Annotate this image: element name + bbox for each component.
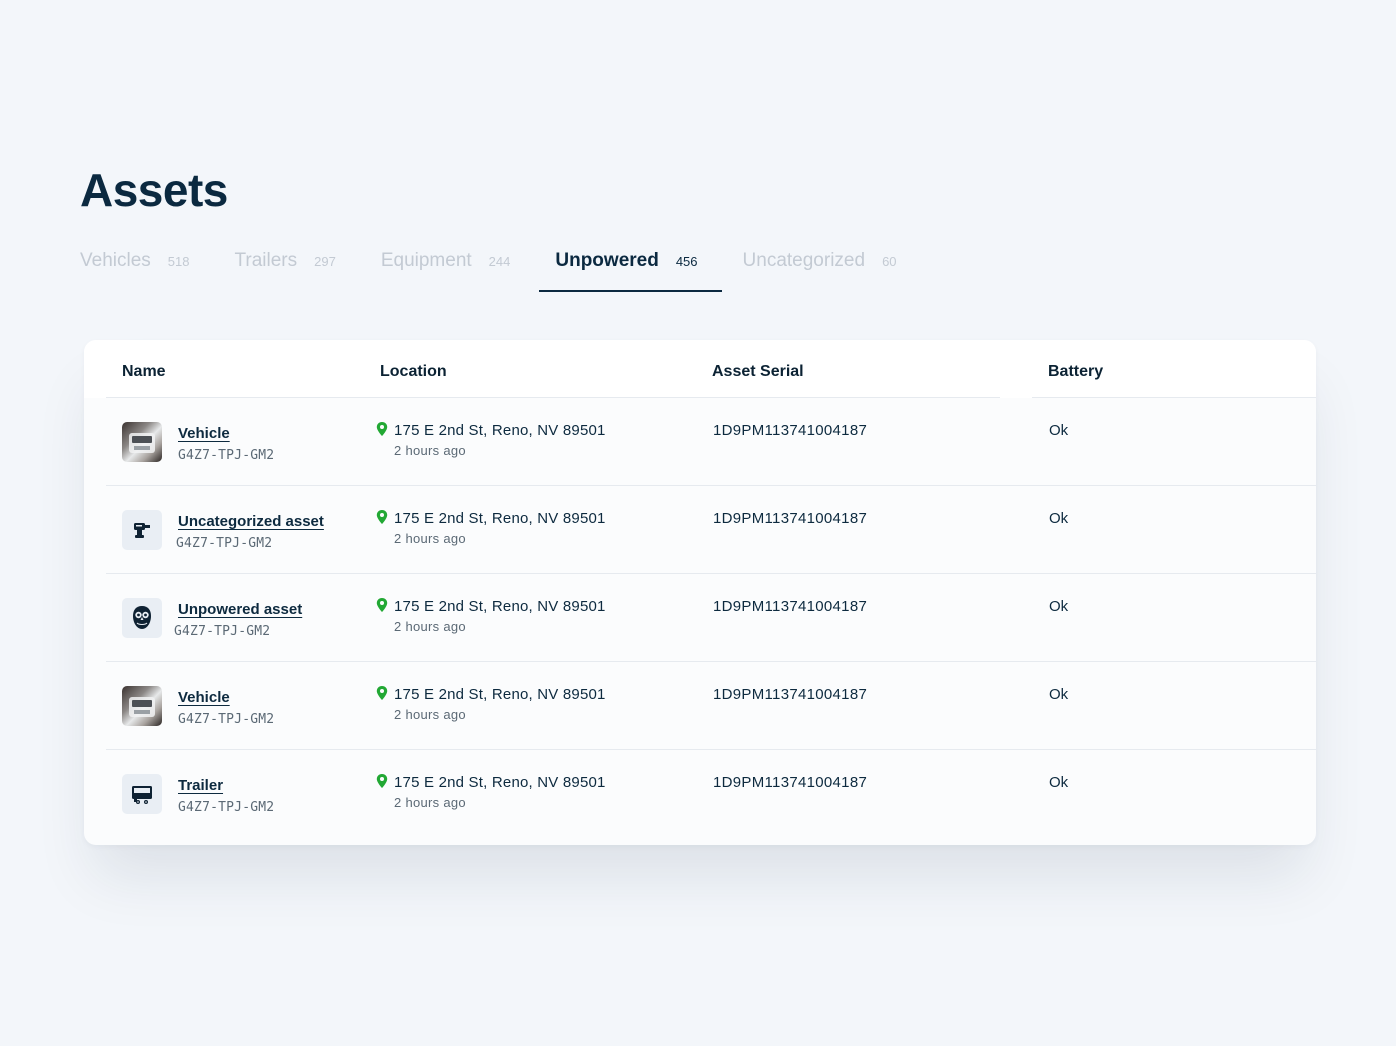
location-address: 175 E 2nd St, Reno, NV 89501: [394, 598, 606, 615]
tab-count: 244: [488, 254, 511, 269]
location-pin-icon: [376, 422, 388, 436]
tab-count: 297: [314, 254, 336, 269]
location-address: 175 E 2nd St, Reno, NV 89501: [394, 686, 606, 703]
tab-vehicles[interactable]: Vehicles 518: [80, 240, 189, 292]
location-address: 175 E 2nd St, Reno, NV 89501: [394, 422, 606, 439]
asset-serial: 1D9PM113741004187: [713, 598, 868, 615]
asset-tabs: Vehicles 518 Trailers 297 Equipment 244 …: [80, 240, 897, 292]
column-header-location[interactable]: Location: [380, 363, 447, 381]
location-updated: 2 hours ago: [394, 531, 466, 546]
column-header-serial[interactable]: Asset Serial: [712, 363, 804, 381]
table-header: Name Location Asset Serial Battery: [84, 340, 1316, 398]
tab-label: Vehicles: [80, 250, 151, 271]
asset-id: G4Z7-TPJ-GM2: [178, 800, 275, 815]
asset-name-link[interactable]: Vehicle: [178, 689, 230, 706]
location-pin-icon: [376, 598, 388, 612]
asset-id: G4Z7-TPJ-GM2: [178, 448, 275, 463]
column-header-name[interactable]: Name: [122, 363, 166, 381]
table-row[interactable]: Vehicle G4Z7-TPJ-GM2 175 E 2nd St, Reno,…: [106, 662, 1316, 750]
drill-icon: [122, 510, 162, 550]
asset-name-link[interactable]: Unpowered asset: [178, 601, 302, 618]
vehicle-photo: [122, 422, 162, 462]
asset-id: G4Z7-TPJ-GM2: [178, 712, 275, 727]
table-row[interactable]: Uncategorized asset G4Z7-TPJ-GM2 175 E 2…: [106, 486, 1316, 574]
tab-equipment[interactable]: Equipment 244: [381, 240, 511, 292]
location-pin-icon: [376, 774, 388, 788]
battery-status: Ok: [1049, 686, 1069, 703]
table-row[interactable]: Vehicle G4Z7-TPJ-GM2 175 E 2nd St, Reno,…: [106, 398, 1316, 486]
page-title: Assets: [80, 164, 228, 216]
location-updated: 2 hours ago: [394, 707, 466, 722]
asset-id: G4Z7-TPJ-GM2: [174, 624, 271, 639]
vehicle-photo: [122, 686, 162, 726]
asset-serial: 1D9PM113741004187: [713, 422, 868, 439]
assets-table: Name Location Asset Serial Battery Vehic…: [84, 340, 1316, 845]
tab-label: Trailers: [234, 250, 298, 271]
table-row[interactable]: Trailer G4Z7-TPJ-GM2 175 E 2nd St, Reno,…: [106, 750, 1316, 838]
asset-serial: 1D9PM113741004187: [713, 510, 868, 527]
location-updated: 2 hours ago: [394, 795, 466, 810]
trailer-icon: [122, 774, 162, 814]
asset-name-link[interactable]: Trailer: [178, 777, 223, 794]
asset-id: G4Z7-TPJ-GM2: [176, 536, 273, 551]
tab-label: Uncategorized: [742, 250, 866, 271]
tab-label: Equipment: [380, 250, 472, 271]
battery-status: Ok: [1049, 774, 1069, 791]
location-updated: 2 hours ago: [394, 443, 466, 458]
location-pin-icon: [376, 510, 388, 524]
tab-uncategorized[interactable]: Uncategorized 60: [743, 240, 897, 292]
battery-status: Ok: [1049, 598, 1069, 615]
tab-count: 60: [882, 254, 897, 269]
battery-status: Ok: [1049, 422, 1069, 439]
location-pin-icon: [376, 686, 388, 700]
tab-label: Unpowered: [555, 250, 659, 271]
location-address: 175 E 2nd St, Reno, NV 89501: [394, 774, 606, 791]
asset-name-link[interactable]: Uncategorized asset: [178, 513, 324, 530]
tab-trailers[interactable]: Trailers 297: [234, 240, 335, 292]
asset-serial: 1D9PM113741004187: [713, 774, 868, 791]
tab-count: 518: [167, 254, 190, 269]
tab-unpowered[interactable]: Unpowered 456: [539, 240, 722, 292]
asset-name-link[interactable]: Vehicle: [178, 425, 230, 442]
column-header-battery[interactable]: Battery: [1048, 363, 1103, 381]
owl-icon: [122, 598, 162, 638]
tab-count: 456: [675, 254, 698, 269]
location-address: 175 E 2nd St, Reno, NV 89501: [394, 510, 606, 527]
asset-serial: 1D9PM113741004187: [713, 686, 868, 703]
location-updated: 2 hours ago: [394, 619, 466, 634]
battery-status: Ok: [1049, 510, 1069, 527]
table-row[interactable]: Unpowered asset G4Z7-TPJ-GM2 175 E 2nd S…: [106, 574, 1316, 662]
